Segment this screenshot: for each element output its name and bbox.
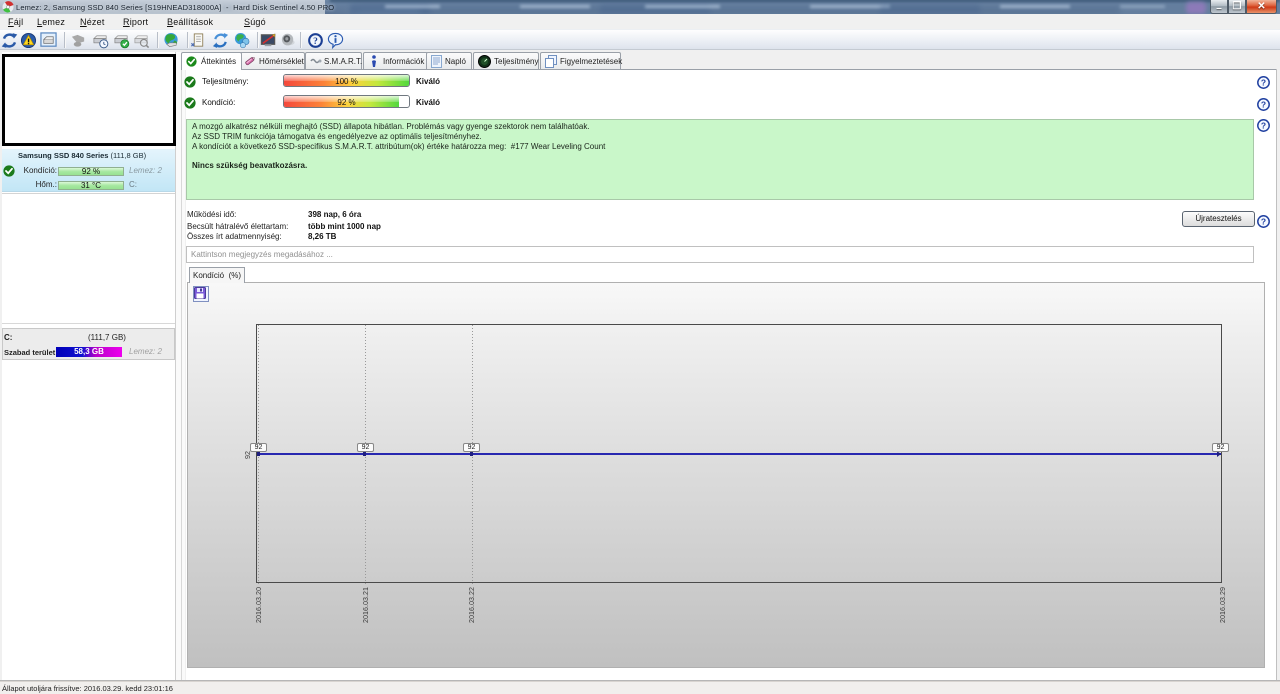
svg-text:?: ? xyxy=(1261,78,1266,88)
svg-text:?: ? xyxy=(1261,217,1266,227)
svg-text:?: ? xyxy=(313,36,318,46)
svg-text:?: ? xyxy=(1261,121,1266,131)
svg-text:?: ? xyxy=(1261,100,1266,110)
